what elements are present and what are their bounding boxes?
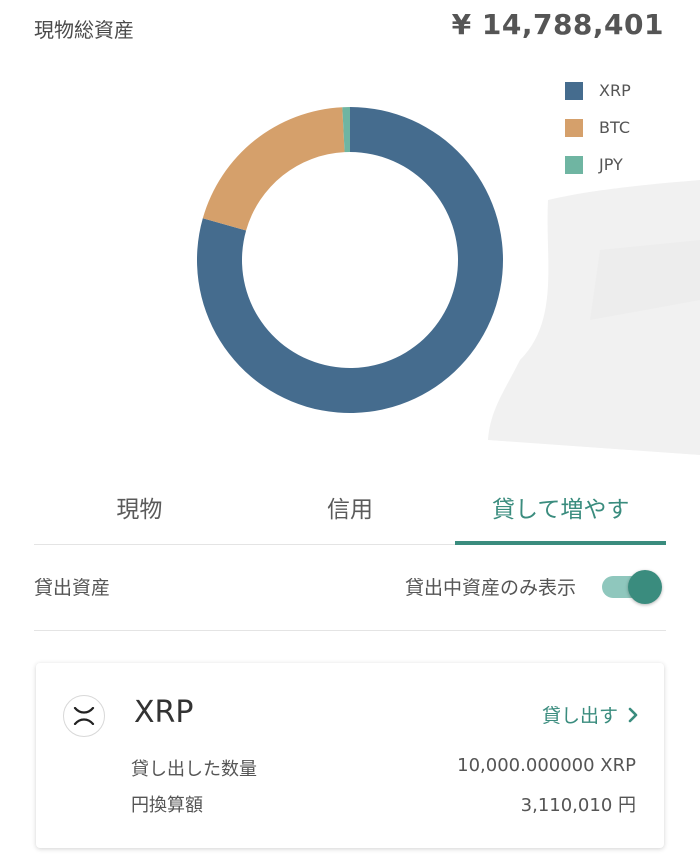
lent-quantity-row: 貸し出した数量 10,000.000000 XRP [131,755,636,781]
legend-item-xrp: XRP [565,72,631,109]
legend-item-btc: BTC [565,109,631,146]
tab-spot[interactable]: 現物 [34,470,245,544]
jpy-equivalent-row: 円換算額 3,110,010 円 [131,791,636,817]
lent-quantity-label: 貸し出した数量 [131,759,257,780]
legend-label: XRP [599,81,631,100]
donut-svg [196,107,503,414]
chart-legend: XRP BTC JPY [565,72,631,183]
legend-swatch [565,81,583,100]
legend-label: JPY [599,155,623,174]
filter-row: 貸出資産 貸出中資産のみ表示 [34,544,666,631]
asset-tabs: 現物 信用 貸して増やす [34,470,666,545]
lend-button-label: 貸し出す [541,705,618,727]
coin-name: XRP [134,695,194,730]
lend-button[interactable]: 貸し出す [542,701,638,728]
lent-quantity-value: 10,000.000000 XRP [457,755,636,776]
lending-assets-label: 貸出資産 [34,577,111,599]
lending-only-toggle[interactable] [602,570,662,604]
chevron-right-icon [628,707,638,723]
legend-swatch [565,118,583,137]
jpy-equivalent-label: 円換算額 [131,795,203,816]
legend-item-jpy: JPY [565,146,631,183]
tab-margin[interactable]: 信用 [245,470,456,544]
asset-donut-chart: XRP BTC JPY [0,0,700,440]
tab-lending[interactable]: 貸して増やす [455,470,666,545]
legend-swatch [565,155,583,174]
asset-card: XRP 貸し出す 貸し出した数量 10,000.000000 XRP 円換算額 … [36,663,664,848]
lending-only-toggle-label: 貸出中資産のみ表示 [404,577,576,599]
jpy-equivalent-value: 3,110,010 円 [520,795,636,816]
legend-label: BTC [599,118,630,137]
toggle-thumb[interactable] [628,570,662,604]
xrp-icon [63,695,105,737]
donut-slice-btc [202,107,345,231]
